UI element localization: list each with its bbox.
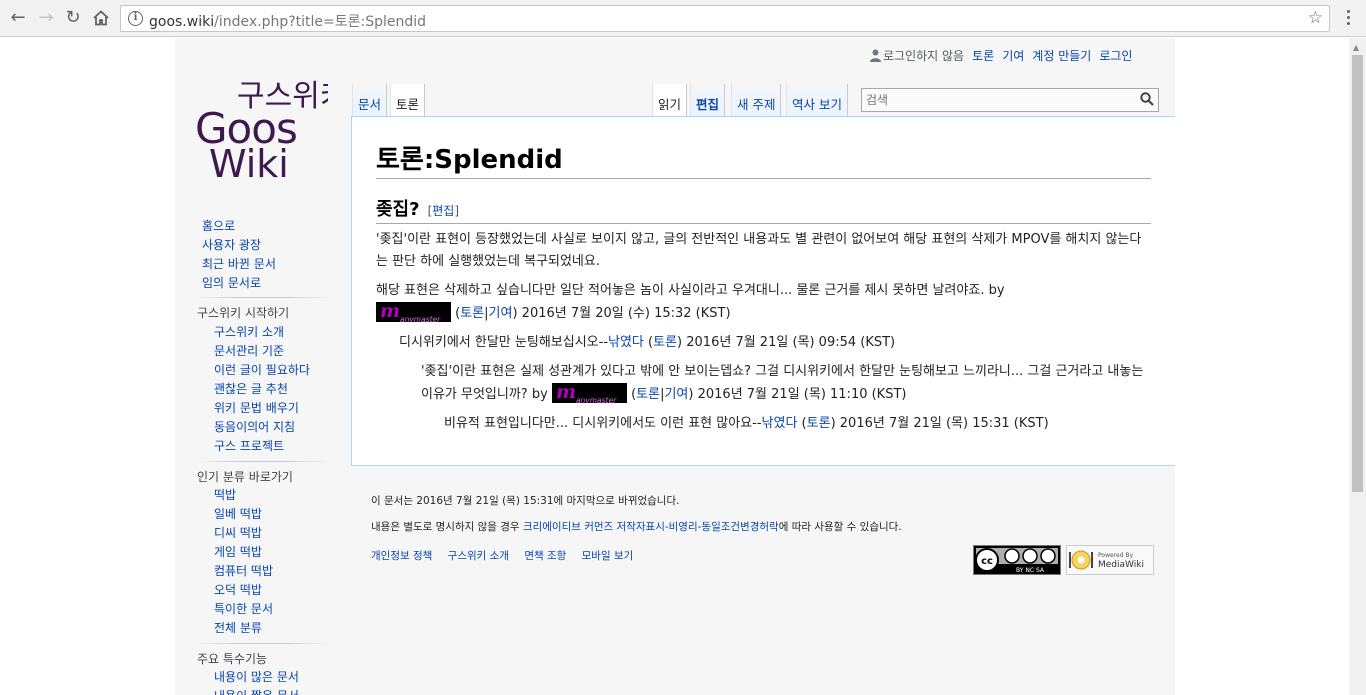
sig-contrib-link[interactable]: 기여 bbox=[664, 387, 688, 402]
comment-3: 디시위키에서 한달만 눈팅해보십시오--낚였다 (토론) 2016년 7월 21… bbox=[399, 335, 896, 350]
section-edit-link[interactable]: 편집 bbox=[432, 204, 454, 218]
personal-tools: 로그인하지 않음 토론 기여 계정 만들기 로그인 bbox=[870, 47, 1140, 65]
sidebar-item-otaku-topic[interactable]: 오덕 떡밥 bbox=[214, 581, 273, 600]
mw-badge-powered: Powered By bbox=[1098, 552, 1134, 559]
search-input[interactable] bbox=[862, 89, 1122, 111]
mw-badge-name: MediaWiki bbox=[1098, 560, 1144, 570]
tab-talk[interactable]: 토론 bbox=[390, 84, 426, 118]
license-link[interactable]: 크리에이티브 커먼즈 저작자표시-비영리-동일조건변경허락 bbox=[523, 521, 779, 533]
search-icon[interactable] bbox=[1140, 92, 1154, 110]
sidebar-item-syntax[interactable]: 위키 문법 배우기 bbox=[214, 399, 310, 418]
sig-talk-link[interactable]: 토론 bbox=[636, 387, 660, 402]
sidebar-item-short-pages[interactable]: 내용이 짧은 문서 bbox=[214, 687, 299, 695]
footer-lastmod: 이 문서는 2016년 7월 21일 (목) 15:31에 마지막으로 바뀌었습… bbox=[371, 495, 680, 507]
svg-text:cc: cc bbox=[981, 556, 993, 567]
sidebar-divider bbox=[197, 643, 328, 644]
footer-links: 개인정보 정책 구스위키 소개 면책 조항 모바일 보기 bbox=[371, 548, 645, 563]
personal-contributions-link[interactable]: 기여 bbox=[1002, 49, 1024, 63]
sidebar-heading-special: 주요 특수기능 bbox=[197, 652, 268, 666]
sidebar-navigation: 홈으로 사용자 광장 최근 바뀐 문서 임의 문서로 bbox=[202, 217, 276, 293]
comment-5: 비유적 표현입니다만... 디시위키에서도 이런 표현 많아요--낚였다 (토론… bbox=[444, 416, 1049, 431]
sidebar-item-recommended[interactable]: 괜찮은 글 추천 bbox=[214, 380, 310, 399]
sidebar-item-all-categories[interactable]: 전체 분류 bbox=[214, 619, 273, 638]
comment-2: 해당 표현은 삭제하고 싶습니다만 일단 적어놓은 놈이 사실이라고 우겨대니.… bbox=[376, 283, 1005, 322]
sidebar-item-community[interactable]: 사용자 광장 bbox=[202, 236, 276, 255]
sidebar-heading-popular: 인기 분류 바로가기 bbox=[197, 470, 293, 484]
section-heading: 좆집? [편집] bbox=[376, 195, 1151, 224]
back-icon[interactable]: ← bbox=[7, 7, 29, 29]
sidebar-start-list: 구스위키 소개 문서관리 기준 이런 글이 필요하다 괜찮은 글 추천 위키 문… bbox=[214, 323, 310, 456]
sidebar-item-random[interactable]: 임의 문서로 bbox=[202, 274, 276, 293]
sig-contrib-link[interactable]: 기여 bbox=[489, 306, 513, 321]
user-icon bbox=[870, 49, 881, 65]
sidebar-item-ilbe-topic[interactable]: 일베 떡밥 bbox=[214, 505, 273, 524]
tab-new-section[interactable]: 새 주제 bbox=[731, 84, 782, 117]
sidebar-item-long-pages[interactable]: 내용이 많은 문서 bbox=[214, 668, 299, 687]
user-talk-link[interactable]: 토론 bbox=[807, 416, 831, 431]
sidebar-heading-start: 구스위키 시작하기 bbox=[197, 306, 290, 320]
signature-image[interactable]: m anymaster bbox=[551, 383, 627, 403]
tab-history[interactable]: 역사 보기 bbox=[786, 84, 848, 117]
tab-article[interactable]: 문서 bbox=[352, 84, 388, 117]
sidebar-divider bbox=[197, 461, 328, 462]
sidebar-item-disambiguation[interactable]: 동음이의어 지침 bbox=[214, 418, 310, 437]
footer-disclaimer-link[interactable]: 면책 조항 bbox=[524, 550, 566, 562]
cc-license-badge[interactable]: cc BY NC SA bbox=[973, 545, 1061, 575]
comment-1: '좆집'이란 표현이 등장했었는데 사실로 보이지 않고, 글의 전반적인 내용… bbox=[376, 232, 1142, 269]
login-link[interactable]: 로그인 bbox=[1099, 49, 1132, 63]
page-scrollbar[interactable]: ▲ bbox=[1349, 38, 1366, 695]
address-bar[interactable]: i goos.wiki/index.php?title=토론:Splendid … bbox=[120, 5, 1330, 32]
sig-talk-link[interactable]: 토론 bbox=[460, 306, 484, 321]
footer-license: 내용은 별도로 명시하지 않을 경우 크리에이티브 커먼즈 저작자표시-비영리-… bbox=[371, 521, 902, 533]
site-info-icon[interactable]: i bbox=[128, 11, 143, 26]
home-icon[interactable] bbox=[90, 7, 112, 29]
tab-read[interactable]: 읽기 bbox=[652, 84, 688, 118]
url-text: goos.wiki/index.php?title=토론:Splendid bbox=[149, 14, 427, 30]
signature-image[interactable]: m anymaster bbox=[376, 302, 451, 322]
sidebar-item-project[interactable]: 구스 프로젝트 bbox=[214, 437, 310, 456]
forward-icon[interactable]: → bbox=[35, 7, 57, 29]
site-logo[interactable]: 구스위키 Goos Wiki bbox=[193, 70, 328, 180]
sidebar-item-policy[interactable]: 문서관리 기준 bbox=[214, 342, 310, 361]
user-link[interactable]: 낚였다 bbox=[608, 335, 644, 350]
section-edit: [편집] bbox=[427, 204, 460, 218]
reload-icon[interactable]: ↻ bbox=[62, 7, 84, 29]
anon-status: 로그인하지 않음 bbox=[883, 49, 965, 63]
sidebar-item-game-topic[interactable]: 게임 떡밥 bbox=[214, 543, 273, 562]
sidebar-item-about[interactable]: 구스위키 소개 bbox=[214, 323, 310, 342]
comment-4: '좆집'이란 표현은 실제 성관계가 있다고 밖에 안 보이는뎁쇼? 그걸 디시… bbox=[421, 364, 1144, 403]
footer-privacy-link[interactable]: 개인정보 정책 bbox=[371, 550, 432, 562]
sidebar-item-home[interactable]: 홈으로 bbox=[202, 217, 276, 236]
create-account-link[interactable]: 계정 만들기 bbox=[1032, 49, 1091, 63]
sidebar-special-list: 내용이 많은 문서 내용이 짧은 문서 bbox=[214, 668, 299, 695]
search-box bbox=[861, 88, 1159, 112]
logo-wiki: Wiki bbox=[209, 142, 289, 180]
sidebar-popular-list: 떡밥 일베 떡밥 디씨 떡밥 게임 떡밥 컴퓨터 떡밥 오덕 떡밥 특이한 문서… bbox=[214, 486, 273, 638]
bookmark-star-icon[interactable]: ☆ bbox=[1308, 8, 1323, 28]
powered-by-mediawiki-badge[interactable]: Powered By MediaWiki bbox=[1066, 545, 1154, 575]
sidebar-item-recent-changes[interactable]: 최근 바뀐 문서 bbox=[202, 255, 276, 274]
user-talk-link[interactable]: 토론 bbox=[653, 335, 677, 350]
personal-talk-link[interactable]: 토론 bbox=[972, 49, 994, 63]
sidebar-item-unusual[interactable]: 특이한 문서 bbox=[214, 600, 273, 619]
browser-toolbar: ← → ↻ i goos.wiki/index.php?title=토론:Spl… bbox=[0, 0, 1366, 37]
scrollbar-thumb[interactable] bbox=[1352, 55, 1363, 492]
page-title: 토론:Splendid bbox=[376, 139, 1151, 179]
sidebar-item-wanted[interactable]: 이런 글이 필요하다 bbox=[214, 361, 310, 380]
sidebar-item-computer-topic[interactable]: 컴퓨터 떡밥 bbox=[214, 562, 273, 581]
footer-about-link[interactable]: 구스위키 소개 bbox=[448, 550, 509, 562]
footer-mobile-link[interactable]: 모바일 보기 bbox=[582, 550, 634, 562]
section-title: 좆집? bbox=[376, 199, 420, 220]
browser-menu-icon[interactable] bbox=[1340, 7, 1356, 29]
sidebar-divider bbox=[197, 297, 328, 298]
sidebar-item-topic[interactable]: 떡밥 bbox=[214, 486, 273, 505]
user-link[interactable]: 낚였다 bbox=[762, 416, 798, 431]
sidebar-item-dc-topic[interactable]: 디씨 떡밥 bbox=[214, 524, 273, 543]
cc-badge-text: BY NC SA bbox=[1016, 567, 1045, 574]
tab-edit[interactable]: 편집 bbox=[690, 84, 726, 117]
